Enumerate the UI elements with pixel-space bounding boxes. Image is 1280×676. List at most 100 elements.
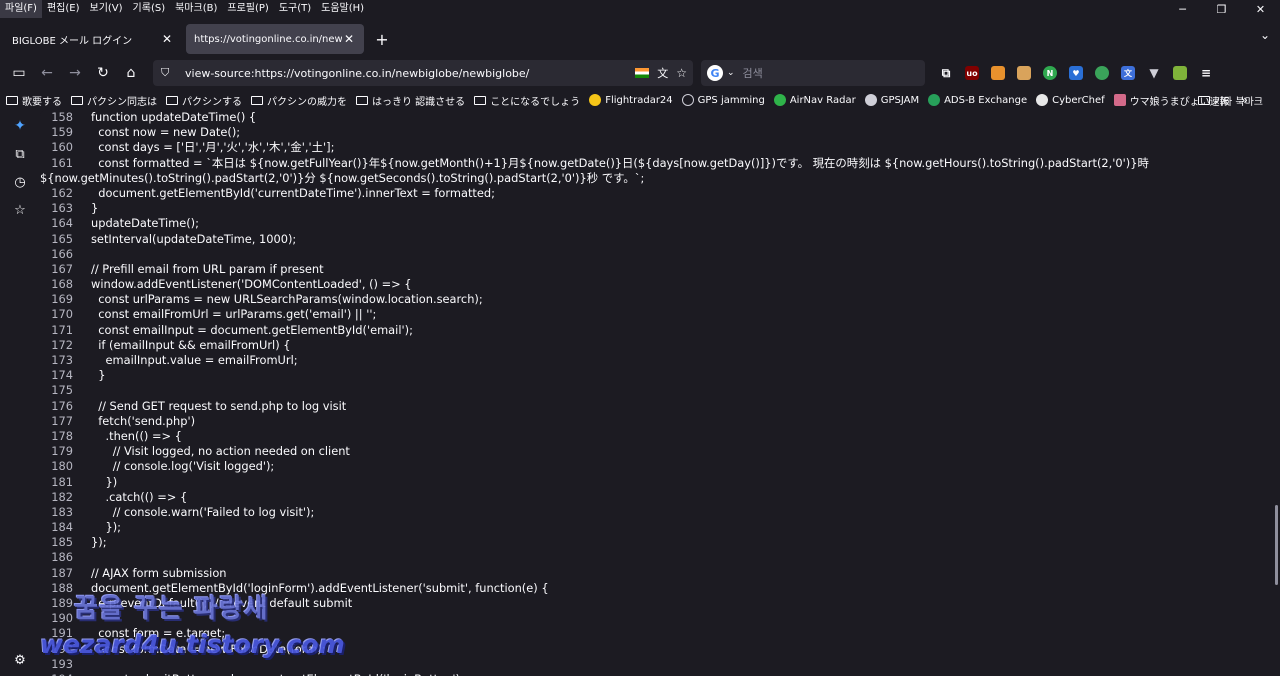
source-line: 192 const formData = new FormData(form); (40, 642, 1273, 657)
bookmark-folder[interactable]: 歌要する (6, 93, 62, 108)
bookmarks-toolbar: 歌要する パクシン同志は パクシンする パクシンの威力を はっきり 認識させる … (0, 90, 1280, 110)
line-text: // Send GET request to send.php to log v… (91, 398, 347, 413)
site-info-icon[interactable]: ⛉ (161, 66, 177, 80)
bookmark-airnav-radar[interactable]: AirNav Radar (773, 94, 856, 106)
close-tab-icon[interactable]: ✕ (160, 32, 174, 46)
shield-extension-icon[interactable]: ♥ (1063, 60, 1089, 86)
source-line: 167 // Prefill email from URL param if pr… (40, 262, 1273, 277)
tab-biglobe[interactable]: BIGLOBE メール ログイン ✕ (4, 24, 182, 54)
india-flag-icon[interactable] (635, 68, 650, 78)
window-controls: ─ ❐ ✕ (1163, 0, 1280, 18)
bookmark-folder[interactable]: パクシン同志は (71, 93, 157, 108)
menu-tools[interactable]: 도구(T) (274, 0, 316, 18)
bookmark-folder[interactable]: パクシンの威力を (251, 93, 347, 108)
source-line: 161 const formatted = `本日は ${now.getFull… (40, 156, 1273, 186)
folder-icon (251, 95, 263, 105)
bookmark-folder[interactable]: パクシンする (166, 93, 242, 108)
line-number: 179 (51, 444, 73, 459)
search-bar[interactable]: G ⌄ (701, 60, 925, 86)
gear-icon[interactable]: ⚙ (6, 646, 34, 674)
source-line: 181 }) (40, 475, 1273, 490)
menu-bookmarks[interactable]: 북마크(B) (170, 0, 222, 18)
line-number: 182 (51, 489, 73, 504)
bookmark-folder[interactable]: はっきり 認識させる (356, 93, 465, 108)
menu-view[interactable]: 보기(V) (85, 0, 128, 18)
line-text: const emailInput = document.getElementBy… (91, 322, 413, 337)
bookmark-folder[interactable]: ことになるでしょう (474, 93, 580, 108)
source-line: 179 // Visit logged, no action needed on… (40, 444, 1273, 459)
green-extension-icon[interactable] (1089, 60, 1115, 86)
menu-file[interactable]: 파일(F) (0, 0, 42, 18)
menu-edit[interactable]: 편집(E) (42, 0, 85, 18)
translate-icon[interactable]: 文 (657, 65, 668, 81)
folder-icon (166, 95, 178, 105)
extensions-icon[interactable]: ⧉ (933, 60, 959, 86)
chevron-down-icon[interactable]: ⌄ (727, 68, 735, 78)
chevron-down-icon[interactable]: ⌄ (1260, 28, 1270, 42)
tab-view-source[interactable]: https://votingonline.co.in/newbiglo ✕ (186, 24, 364, 54)
bookmarks-star-icon[interactable]: ☆ (6, 196, 34, 224)
menu-profiles[interactable]: 프로필(P) (222, 0, 273, 18)
sidebar-toggle-icon[interactable]: ▭ (5, 59, 33, 87)
source-line: 190 (40, 611, 1273, 626)
color-extension-icon[interactable] (1167, 60, 1193, 86)
line-text: const formData = new FormData(form); (91, 641, 326, 656)
minimize-icon[interactable]: ─ (1163, 0, 1202, 18)
close-tab-icon[interactable]: ✕ (342, 32, 356, 46)
line-number: 171 (51, 322, 73, 337)
url-bar[interactable]: ⛉ view-source:https://votingonline.co.in… (153, 60, 693, 86)
source-line: 168 window.addEventListener('DOMContentLo… (40, 277, 1273, 292)
scrollbar-thumb[interactable] (1275, 505, 1278, 585)
translate-extension-icon[interactable]: 文 (1115, 60, 1141, 86)
bookmark-flightradar24[interactable]: Flightradar24 (589, 94, 673, 106)
back-icon[interactable]: ← (33, 59, 61, 87)
reload-icon[interactable]: ↻ (89, 59, 117, 87)
source-line: 164 updateDateTime(); (40, 216, 1273, 231)
other-bookmarks[interactable]: 기타 북마크 (1197, 93, 1263, 108)
line-text: const formatted = `本日は ${now.getFullYear… (91, 155, 1149, 170)
menu-history[interactable]: 기록(S) (128, 0, 171, 18)
line-number: 191 (51, 626, 73, 641)
source-line: 180 // console.log('Visit logged'); (40, 459, 1273, 474)
restore-icon[interactable]: ❐ (1202, 0, 1241, 18)
bookmark-gpsjam[interactable]: GPSJAM (864, 94, 919, 106)
bookmark-adsb-exchange[interactable]: ADS-B Exchange (928, 94, 1027, 106)
new-tab-icon[interactable]: + (370, 27, 394, 51)
source-line: 169 const urlParams = new URLSearchParam… (40, 292, 1273, 307)
view-source-content: 158 function updateDateTime() {159 const … (40, 110, 1273, 676)
scrollbar[interactable] (1273, 110, 1280, 676)
ublock-icon[interactable]: uo (959, 60, 985, 86)
ai-chatbot-icon[interactable]: ✦ (6, 112, 34, 140)
search-input[interactable] (742, 66, 903, 80)
bookmark-gps-jamming[interactable]: GPS jamming (681, 94, 765, 106)
folder-icon (356, 95, 368, 105)
source-line: 185}); (40, 535, 1273, 550)
line-number: 160 (51, 140, 73, 155)
people-extension-icon[interactable] (1011, 60, 1037, 86)
filter-extension-icon[interactable]: ▼ (1141, 60, 1167, 86)
line-number: 184 (51, 520, 73, 535)
home-icon[interactable]: ⌂ (117, 59, 145, 87)
source-line: 187 // AJAX form submission (40, 566, 1273, 581)
bookmark-star-icon[interactable]: ☆ (676, 66, 687, 80)
line-text: } (91, 368, 106, 383)
line-number: 183 (51, 504, 73, 519)
line-text: setInterval(updateDateTime, 1000); (91, 231, 297, 246)
line-text: // AJAX form submission (91, 565, 227, 580)
history-icon[interactable]: ◷ (6, 168, 34, 196)
menu-bar: 파일(F) 편집(E) 보기(V) 기록(S) 북마크(B) 프로필(P) 도구… (0, 0, 1280, 18)
close-window-icon[interactable]: ✕ (1241, 0, 1280, 18)
line-number: 180 (51, 459, 73, 474)
google-icon[interactable]: G (707, 65, 723, 81)
n-extension-icon[interactable]: N (1037, 60, 1063, 86)
trash-extension-icon[interactable] (985, 60, 1011, 86)
line-text: updateDateTime(); (91, 216, 199, 231)
bookmark-cyberchef[interactable]: CyberChef (1036, 94, 1105, 106)
synced-tabs-icon[interactable]: ⧉ (6, 140, 34, 168)
source-line: 188 document.getElementById('loginForm').… (40, 581, 1273, 596)
menu-help[interactable]: 도움말(H) (316, 0, 369, 18)
app-menu-icon[interactable]: ≡ (1193, 60, 1219, 86)
line-number: 165 (51, 231, 73, 246)
line-number: 177 (51, 413, 73, 428)
forward-icon[interactable]: → (61, 59, 89, 87)
